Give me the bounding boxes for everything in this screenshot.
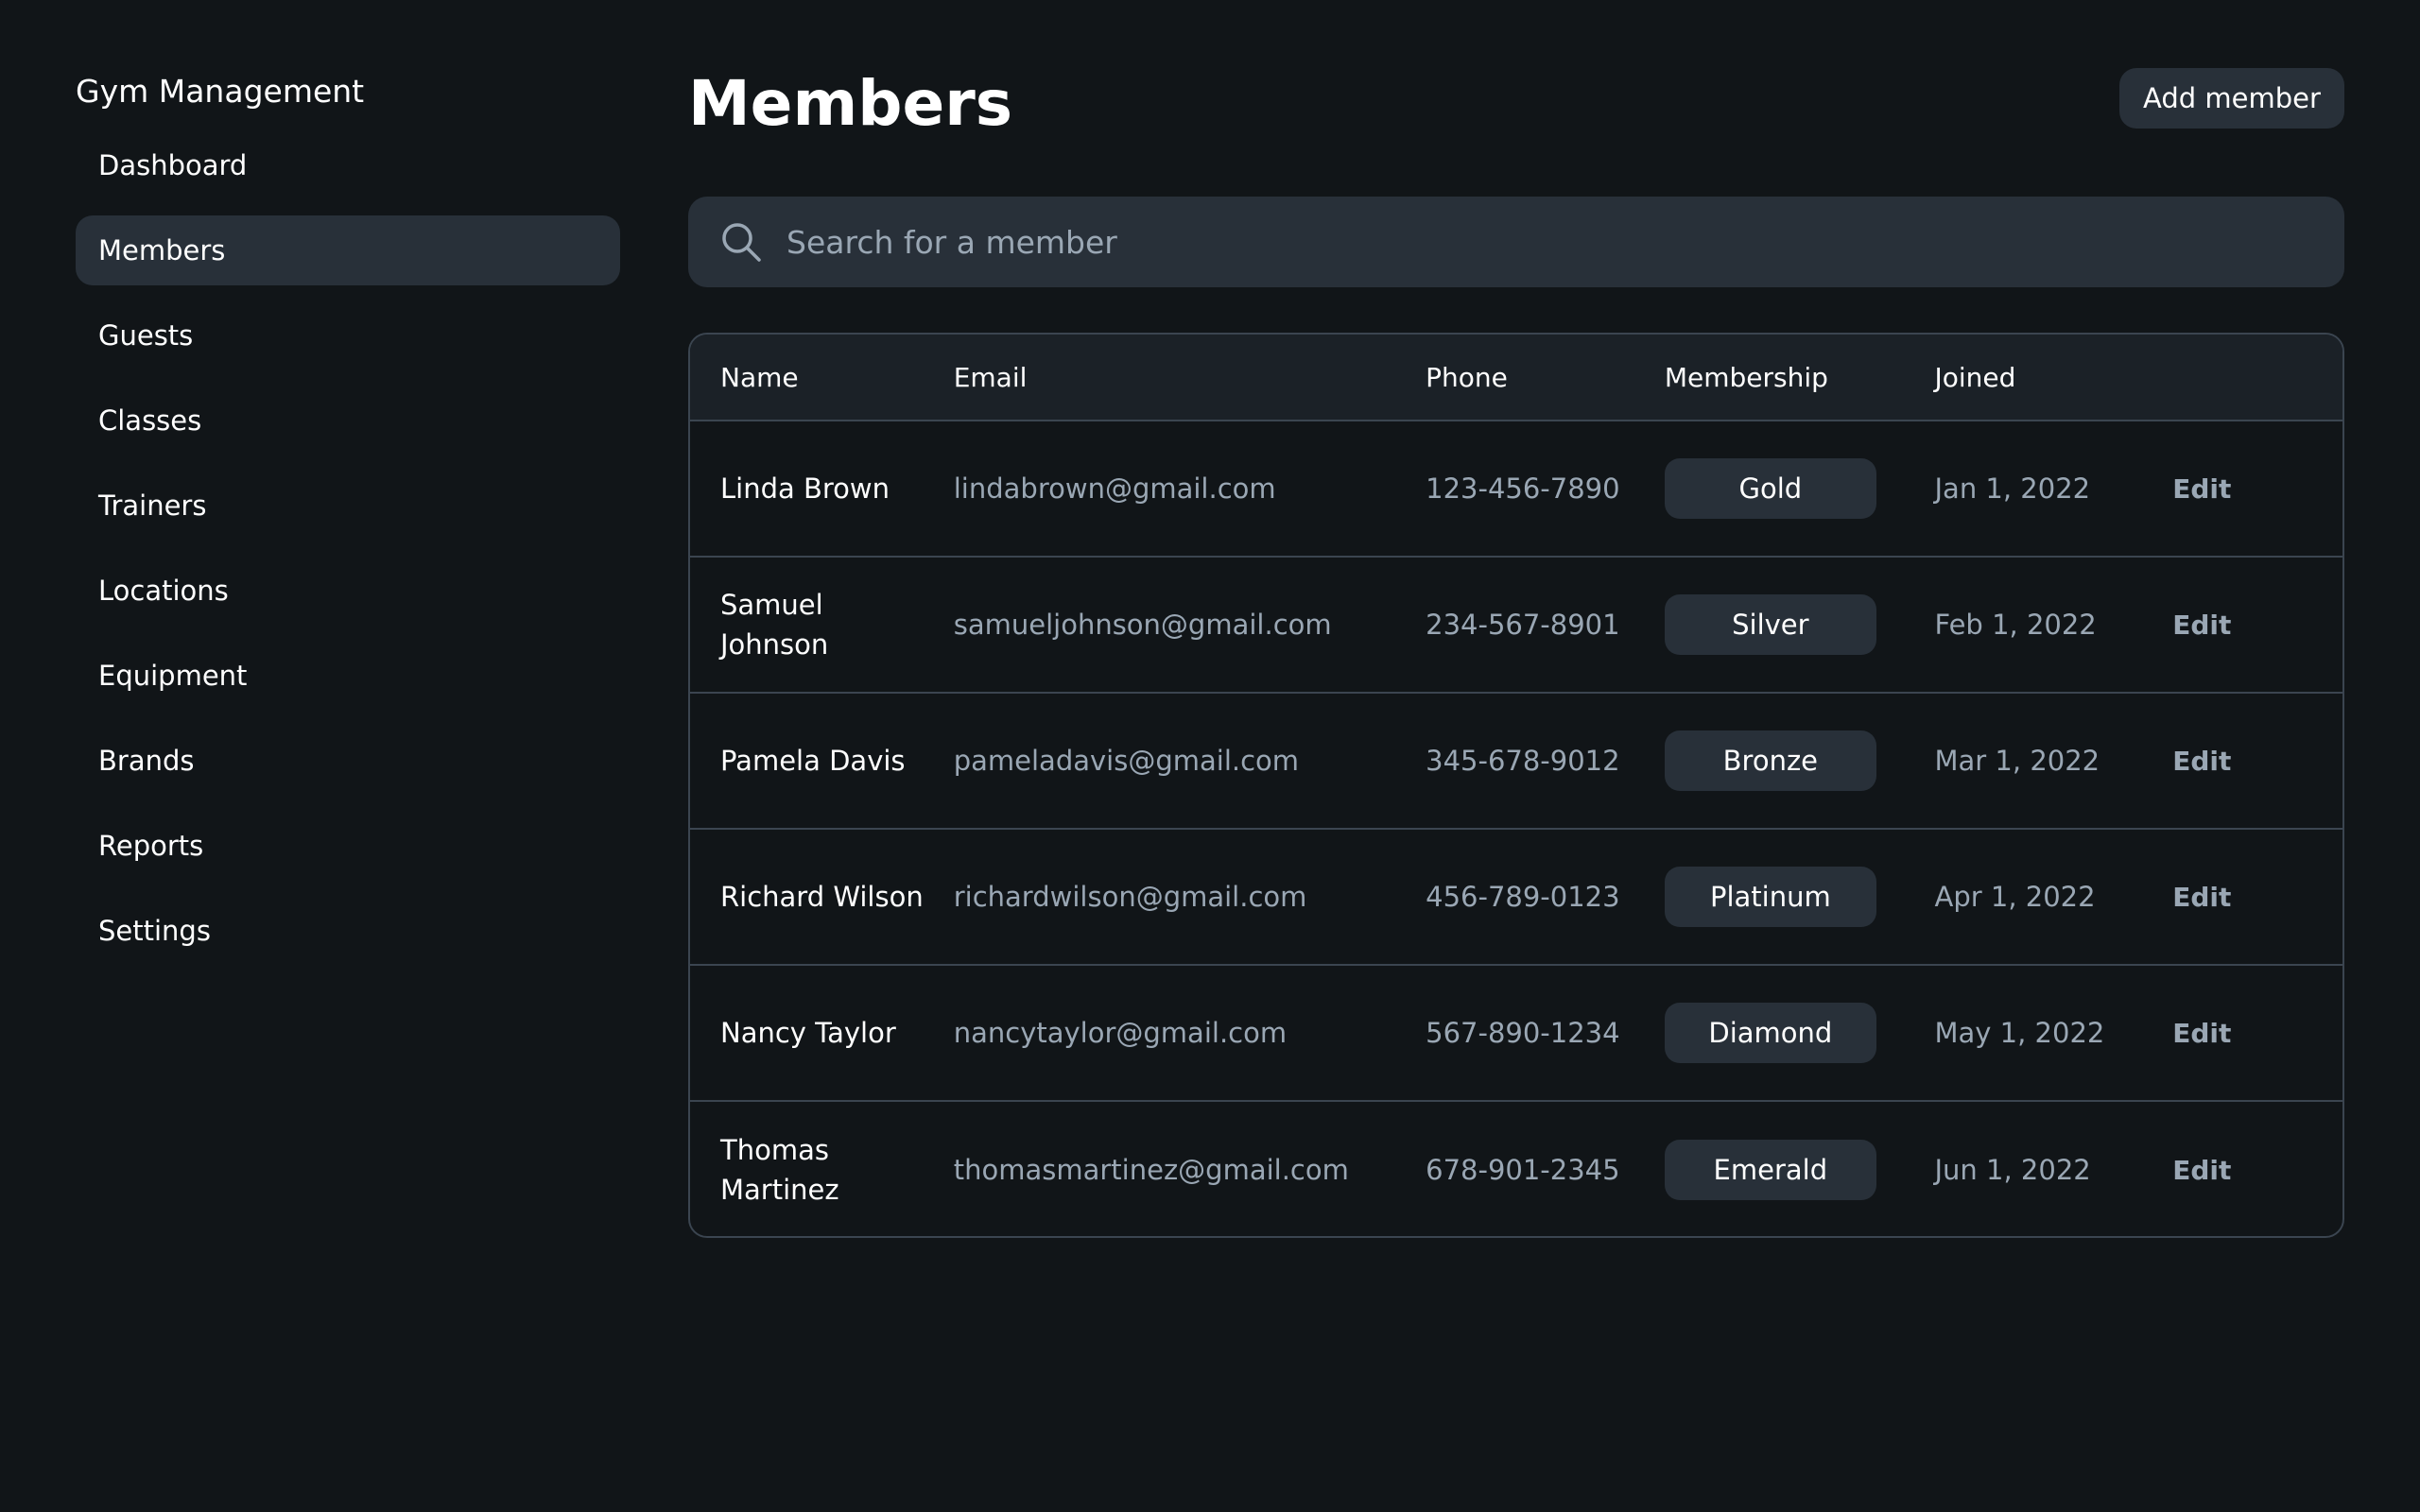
member-email: samueljohnson@gmail.com — [953, 609, 1332, 641]
member-phone: 678-901-2345 — [1426, 1154, 1620, 1186]
member-phone: 567-890-1234 — [1426, 1017, 1620, 1049]
member-name: Nancy Taylor — [720, 1017, 896, 1049]
edit-button[interactable]: Edit — [2172, 473, 2231, 505]
action-cell: Edit — [2172, 610, 2342, 641]
member-joined: Feb 1, 2022 — [1934, 609, 2097, 641]
member-email: lindabrown@gmail.com — [953, 472, 1276, 505]
action-cell: Edit — [2172, 473, 2342, 505]
column-header-name: Name — [720, 361, 799, 393]
app-title: Gym Management — [76, 73, 365, 110]
sidebar-item-reports[interactable]: Reports — [76, 811, 620, 881]
member-joined: Jun 1, 2022 — [1934, 1154, 2091, 1186]
table-row: Thomas Martinez thomasmartinez@gmail.com… — [690, 1102, 2342, 1236]
membership-badge: Emerald — [1664, 1140, 1876, 1200]
sidebar-item-classes[interactable]: Classes — [76, 386, 620, 455]
sidebar-item-members[interactable]: Members — [76, 215, 620, 285]
search-bar[interactable] — [688, 197, 2344, 287]
column-header-phone: Phone — [1426, 361, 1508, 393]
member-joined: Apr 1, 2022 — [1934, 881, 2096, 913]
member-email: thomasmartinez@gmail.com — [953, 1154, 1349, 1186]
membership-cell: Gold — [1664, 458, 1935, 519]
table-row: Linda Brown lindabrown@gmail.com 123-456… — [690, 421, 2342, 558]
member-name: Thomas Martinez — [720, 1134, 839, 1206]
table-row: Richard Wilson richardwilson@gmail.com 4… — [690, 830, 2342, 966]
member-email: nancytaylor@gmail.com — [953, 1017, 1288, 1049]
app-window: Gym Management Dashboard Members Guests … — [0, 0, 2420, 1512]
add-member-button[interactable]: Add member — [2119, 68, 2344, 129]
sidebar-item-locations[interactable]: Locations — [76, 556, 620, 626]
action-cell: Edit — [2172, 882, 2342, 913]
search-icon — [720, 221, 762, 263]
membership-badge: Bronze — [1664, 730, 1876, 791]
member-joined: May 1, 2022 — [1934, 1017, 2105, 1049]
sidebar-item-trainers[interactable]: Trainers — [76, 471, 620, 541]
membership-badge: Platinum — [1664, 867, 1876, 927]
member-email: pameladavis@gmail.com — [953, 745, 1300, 777]
table-header: Name Email Phone Membership Joined — [690, 335, 2342, 421]
column-header-joined: Joined — [1934, 361, 2016, 393]
member-joined: Mar 1, 2022 — [1934, 745, 2100, 777]
member-phone: 345-678-9012 — [1426, 745, 1620, 777]
member-name: Samuel Johnson — [720, 589, 829, 661]
edit-button[interactable]: Edit — [2172, 1155, 2231, 1186]
member-name: Linda Brown — [720, 472, 890, 505]
column-header-email: Email — [953, 361, 1028, 393]
sidebar-item-guests[interactable]: Guests — [76, 301, 620, 370]
member-phone: 234-567-8901 — [1426, 609, 1620, 641]
sidebar-item-brands[interactable]: Brands — [76, 726, 620, 796]
member-email: richardwilson@gmail.com — [953, 881, 1307, 913]
membership-cell: Silver — [1664, 594, 1935, 655]
membership-cell: Emerald — [1664, 1140, 1935, 1200]
table-row: Nancy Taylor nancytaylor@gmail.com 567-8… — [690, 966, 2342, 1102]
edit-button[interactable]: Edit — [2172, 1018, 2231, 1049]
member-name: Richard Wilson — [720, 881, 924, 913]
page-title: Members — [688, 67, 1013, 140]
membership-cell: Platinum — [1664, 867, 1935, 927]
action-cell: Edit — [2172, 746, 2342, 777]
edit-button[interactable]: Edit — [2172, 882, 2231, 913]
member-joined: Jan 1, 2022 — [1934, 472, 2091, 505]
sidebar: Gym Management Dashboard Members Guests … — [76, 68, 620, 981]
membership-badge: Gold — [1664, 458, 1876, 519]
sidebar-item-settings[interactable]: Settings — [76, 896, 620, 966]
sidebar-item-equipment[interactable]: Equipment — [76, 641, 620, 711]
membership-badge: Diamond — [1664, 1003, 1876, 1063]
column-header-membership: Membership — [1664, 361, 1828, 393]
sidebar-item-dashboard[interactable]: Dashboard — [76, 130, 620, 200]
member-phone: 123-456-7890 — [1426, 472, 1620, 505]
membership-cell: Bronze — [1664, 730, 1935, 791]
membership-badge: Silver — [1664, 594, 1876, 655]
search-input[interactable] — [786, 223, 2299, 261]
member-phone: 456-789-0123 — [1426, 881, 1620, 913]
edit-button[interactable]: Edit — [2172, 746, 2231, 777]
members-table: Name Email Phone Membership Joined Linda… — [688, 333, 2344, 1238]
member-name: Pamela Davis — [720, 745, 906, 777]
edit-button[interactable]: Edit — [2172, 610, 2231, 641]
table-row: Samuel Johnson samueljohnson@gmail.com 2… — [690, 558, 2342, 694]
action-cell: Edit — [2172, 1018, 2342, 1049]
action-cell: Edit — [2172, 1155, 2342, 1186]
table-row: Pamela Davis pameladavis@gmail.com 345-6… — [690, 694, 2342, 830]
membership-cell: Diamond — [1664, 1003, 1935, 1063]
sidebar-nav: Dashboard Members Guests Classes Trainer… — [76, 130, 620, 966]
